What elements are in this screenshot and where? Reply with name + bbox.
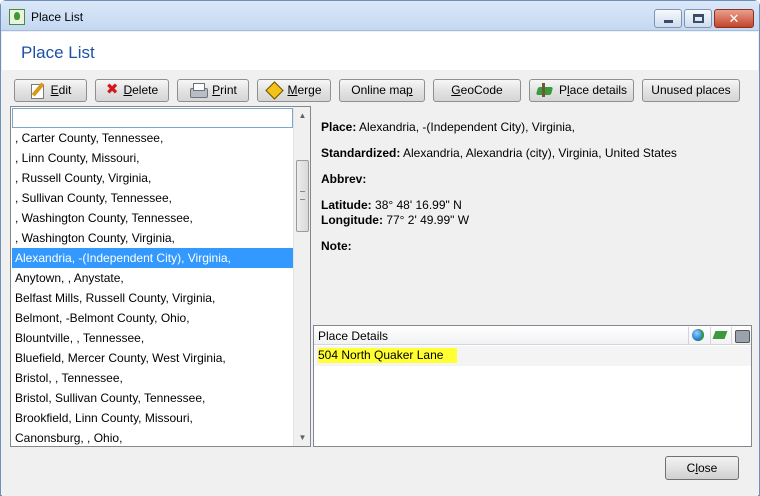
table-row[interactable]: 504 North Quaker Lane	[315, 346, 751, 366]
merge-label: erge	[297, 83, 322, 97]
pencil-icon	[30, 82, 46, 99]
edit-button[interactable]: Edit	[14, 79, 87, 102]
list-item[interactable]: Belfast Mills, Russell County, Virginia,	[12, 288, 293, 308]
window-close-button[interactable]: ✕	[714, 9, 754, 28]
list-item[interactable]: , Sullivan County, Tennessee,	[12, 188, 293, 208]
list-scrollbar[interactable]: ▲ ▼	[293, 107, 310, 446]
latitude-value: 38° 48' 16.99" N	[375, 198, 462, 212]
online-map-button[interactable]: Online map	[339, 79, 425, 102]
list-item[interactable]: , Washington County, Tennessee,	[12, 208, 293, 228]
place-list[interactable]: , Carter County, Tennessee, , Linn Count…	[10, 106, 311, 447]
tree-app-icon	[9, 9, 25, 25]
scroll-down-icon[interactable]: ▼	[294, 429, 311, 446]
scroll-thumb[interactable]	[296, 160, 309, 232]
list-item[interactable]: Brookfield, Linn County, Missouri,	[12, 408, 293, 428]
place-list-items: , Carter County, Tennessee, , Linn Count…	[12, 128, 293, 448]
place-details-button[interactable]: Place details	[529, 79, 634, 102]
camera-icon[interactable]	[731, 327, 750, 344]
online-map-label: Online ma	[351, 83, 406, 97]
place-details-label-start: P	[558, 83, 567, 97]
list-item[interactable]: , Russell County, Virginia,	[12, 168, 293, 188]
list-item[interactable]: Belmont, -Belmont County, Ohio,	[12, 308, 293, 328]
print-label: rint	[220, 83, 237, 97]
list-item[interactable]: Bristol, Sullivan County, Tennessee,	[12, 388, 293, 408]
place-label: Place:	[321, 120, 357, 134]
globe-icon[interactable]	[688, 327, 706, 344]
toolbar: Edit ✖ Delete Print Merge Online map GeoC…	[2, 70, 758, 106]
merge-sign-icon	[266, 82, 282, 98]
delete-accel: D	[123, 83, 133, 97]
list-item[interactable]: , Linn County, Missouri,	[12, 148, 293, 168]
minimize-icon	[664, 20, 673, 23]
scroll-up-icon[interactable]: ▲	[294, 107, 311, 124]
longitude-label: Longitude:	[321, 213, 383, 227]
standardized-label: Standardized:	[321, 146, 401, 160]
header-area: Place List	[2, 32, 758, 70]
place-detail-value: 504 North Quaker Lane	[318, 348, 458, 363]
delete-label: elete	[132, 83, 159, 97]
list-item[interactable]: Bluefield, Mercer County, West Virginia,	[12, 348, 293, 368]
list-item[interactable]: , Carter County, Tennessee,	[12, 128, 293, 148]
maximize-button[interactable]	[684, 9, 712, 28]
place-list-window: Place List ✕ Place List Edit ✖ Delete Pri…	[0, 0, 760, 496]
place-details-header: Place Details	[314, 326, 751, 345]
window-title: Place List	[31, 10, 84, 24]
delete-button[interactable]: ✖ Delete	[95, 79, 169, 102]
place-search-input[interactable]	[12, 108, 293, 128]
note-line: Note:	[321, 239, 352, 253]
printer-icon	[189, 82, 209, 98]
geocode-button[interactable]: GeoCode	[433, 79, 521, 102]
unused-places-button[interactable]: Unused places	[642, 79, 740, 102]
online-map-accel: p	[406, 83, 413, 97]
close-button[interactable]: Close	[665, 456, 739, 480]
place-detail-panel: Place: Alexandria, -(Independent City), …	[313, 106, 754, 319]
place-line: Place: Alexandria, -(Independent City), …	[321, 120, 575, 134]
list-item[interactable]: Anytown, , Anystate,	[12, 268, 293, 288]
abbrev-label: Abbrev:	[321, 172, 367, 186]
geocode-label: eoCode	[460, 83, 503, 97]
abbrev-line: Abbrev:	[321, 172, 366, 186]
place-details-label: ace details	[569, 83, 628, 97]
map-icon	[536, 82, 554, 97]
close-icon: ✕	[728, 11, 740, 26]
place-value: Alexandria, -(Independent City), Virgini…	[359, 120, 575, 134]
edit-label: dit	[58, 83, 72, 97]
list-item[interactable]: Canonsburg, , Ohio,	[12, 428, 293, 448]
standardized-value: Alexandria, Alexandria (city), Virginia,…	[403, 146, 677, 160]
place-details-header-label: Place Details	[318, 329, 389, 343]
title-bar[interactable]: Place List ✕	[1, 1, 759, 31]
note-label: Note:	[321, 239, 352, 253]
longitude-line: Longitude: 77° 2' 49.99" W	[321, 213, 469, 227]
close-label: ose	[697, 461, 718, 475]
window-content: Place List Edit ✖ Delete Print Merge Onli…	[2, 32, 758, 496]
standardized-line: Standardized: Alexandria, Alexandria (ci…	[321, 146, 677, 160]
edit-accel: E	[50, 83, 59, 97]
maximize-icon	[693, 14, 704, 23]
print-button[interactable]: Print	[177, 79, 249, 102]
list-item[interactable]: Bristol, , Tennessee,	[12, 368, 293, 388]
list-item-selected[interactable]: Alexandria, -(Independent City), Virgini…	[12, 248, 293, 268]
merge-button[interactable]: Merge	[257, 79, 331, 102]
list-item[interactable]: , Washington County, Virginia,	[12, 228, 293, 248]
x-icon: ✖	[105, 80, 119, 98]
unused-places-label: Unused places	[651, 83, 731, 97]
latitude-line: Latitude: 38° 48' 16.99" N	[321, 198, 462, 212]
merge-accel: M	[287, 83, 298, 97]
list-item[interactable]: Blountville, , Tennessee,	[12, 328, 293, 348]
minimize-button[interactable]	[654, 9, 682, 28]
place-details-grid[interactable]: Place Details 504 North Quaker Lane	[313, 325, 752, 447]
close-label-start: C	[686, 461, 696, 475]
map-icon[interactable]	[710, 327, 728, 344]
page-title: Place List	[21, 43, 95, 62]
print-accel: P	[212, 83, 221, 97]
geocode-accel: G	[451, 83, 461, 97]
longitude-value: 77° 2' 49.99" W	[386, 213, 470, 227]
latitude-label: Latitude:	[321, 198, 372, 212]
